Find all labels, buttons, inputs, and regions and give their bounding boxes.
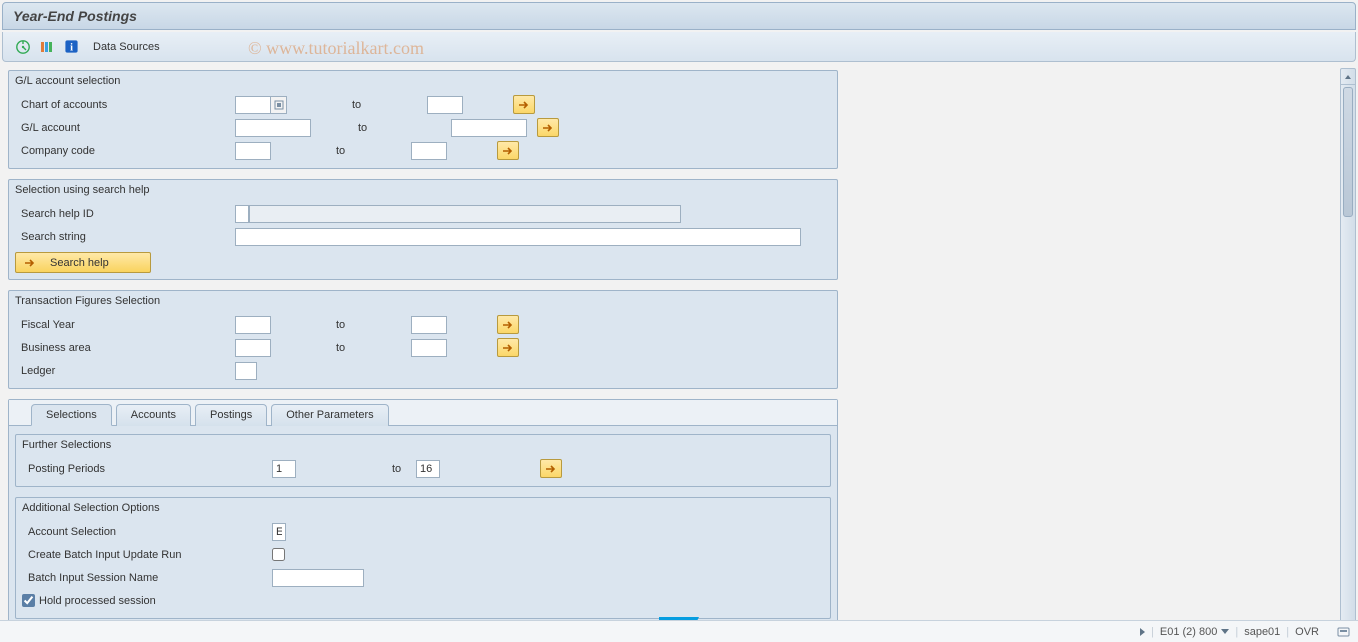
label-create-batch: Create Batch Input Update Run <box>22 549 272 561</box>
data-sources-link[interactable]: Data Sources <box>93 41 160 53</box>
scroll-thumb[interactable] <box>1343 87 1353 217</box>
label-gl-account: G/L account <box>15 122 235 134</box>
row-search-string: Search string <box>9 225 837 248</box>
multiple-selection-gl-account[interactable] <box>537 118 559 137</box>
multiple-selection-fiscal-year[interactable] <box>497 315 519 334</box>
title-bar: Year-End Postings <box>2 2 1356 30</box>
status-mode: OVR <box>1295 626 1319 638</box>
row-business-area: Business area to <box>9 336 837 359</box>
tab-selections[interactable]: Selections <box>31 404 112 426</box>
row-company-code: Company code to <box>9 139 837 162</box>
variant-icon[interactable] <box>37 37 57 57</box>
group-title: G/L account selection <box>9 71 837 93</box>
content-area: G/L account selection Chart of accounts … <box>0 66 1358 636</box>
label-company-code: Company code <box>15 145 235 157</box>
vertical-scrollbar[interactable] <box>1340 68 1356 638</box>
search-help-button[interactable]: Search help <box>15 252 151 273</box>
group-additional-selection-options: Additional Selection Options Account Sel… <box>15 497 831 619</box>
label-search-help-id: Search help ID <box>15 208 235 220</box>
input-business-area-low[interactable] <box>235 339 271 357</box>
tab-row: Selections Accounts Postings Other Param… <box>9 400 837 426</box>
tab-accounts[interactable]: Accounts <box>116 404 191 426</box>
row-chart-of-accounts: Chart of accounts to <box>9 93 837 116</box>
input-search-help-id-short[interactable] <box>235 205 249 223</box>
info-icon[interactable]: i <box>61 37 81 57</box>
row-ledger: Ledger <box>9 359 837 382</box>
input-fiscal-year-low[interactable] <box>235 316 271 334</box>
input-posting-periods-low[interactable] <box>272 460 296 478</box>
row-search-help-id: Search help ID <box>9 202 837 225</box>
main-column: G/L account selection Chart of accounts … <box>8 70 838 636</box>
tab-postings[interactable]: Postings <box>195 404 267 426</box>
input-session-name[interactable] <box>272 569 364 587</box>
label-to: to <box>287 99 427 111</box>
svg-text:i: i <box>70 42 73 53</box>
label-to: to <box>271 319 411 331</box>
group-gl-account-selection: G/L account selection Chart of accounts … <box>8 70 838 169</box>
row-session-name: Batch Input Session Name <box>16 566 830 589</box>
row-hold-session: Hold processed session <box>16 589 830 612</box>
tab-body-selections: Further Selections Posting Periods to Ad… <box>9 426 837 623</box>
group-further-selections: Further Selections Posting Periods to <box>15 434 831 487</box>
group-transaction-figures: Transaction Figures Selection Fiscal Yea… <box>8 290 838 389</box>
label-business-area: Business area <box>15 342 235 354</box>
input-company-code-high[interactable] <box>411 142 447 160</box>
multiple-selection-company-code[interactable] <box>497 141 519 160</box>
label-hold-session: Hold processed session <box>39 595 156 607</box>
label-posting-periods: Posting Periods <box>22 463 272 475</box>
label-to: to <box>311 122 451 134</box>
row-posting-periods: Posting Periods to <box>16 457 830 480</box>
label-chart-of-accounts: Chart of accounts <box>15 99 235 111</box>
group-title: Transaction Figures Selection <box>9 291 837 313</box>
scroll-up-icon[interactable] <box>1341 69 1355 85</box>
input-chart-of-accounts-low[interactable] <box>235 96 271 114</box>
multiple-selection-posting-periods[interactable] <box>540 459 562 478</box>
group-title: Additional Selection Options <box>16 498 830 520</box>
label-fiscal-year: Fiscal Year <box>15 319 235 331</box>
application-toolbar: i Data Sources <box>2 32 1356 62</box>
input-chart-of-accounts-high[interactable] <box>427 96 463 114</box>
status-appserver: sape01 <box>1244 626 1280 638</box>
label-account-selection: Account Selection <box>22 526 272 538</box>
input-account-selection[interactable] <box>272 523 286 541</box>
status-bar: | E01 (2) 800 | sape01 | OVR <box>0 620 1358 642</box>
label-to: to <box>296 463 416 475</box>
input-ledger[interactable] <box>235 362 257 380</box>
input-business-area-high[interactable] <box>411 339 447 357</box>
input-gl-account-high[interactable] <box>451 119 527 137</box>
group-search-help: Selection using search help Search help … <box>8 179 838 280</box>
search-help-button-label: Search help <box>50 257 109 269</box>
input-company-code-low[interactable] <box>235 142 271 160</box>
right-gutter <box>846 70 1350 636</box>
label-to: to <box>271 145 411 157</box>
row-create-batch: Create Batch Input Update Run <box>16 543 830 566</box>
tab-other-parameters[interactable]: Other Parameters <box>271 404 388 426</box>
checkbox-create-batch[interactable] <box>272 548 285 561</box>
input-gl-account-low[interactable] <box>235 119 311 137</box>
label-to: to <box>271 342 411 354</box>
row-fiscal-year: Fiscal Year to <box>9 313 837 336</box>
input-fiscal-year-high[interactable] <box>411 316 447 334</box>
row-account-selection: Account Selection <box>16 520 830 543</box>
row-gl-account: G/L account to <box>9 116 837 139</box>
multiple-selection-chart-of-accounts[interactable] <box>513 95 535 114</box>
page-title: Year-End Postings <box>13 8 137 24</box>
checkbox-hold-session[interactable] <box>22 594 35 607</box>
tabstrip: Selections Accounts Postings Other Param… <box>8 399 838 624</box>
label-session-name: Batch Input Session Name <box>22 572 272 584</box>
f4-chart-of-accounts[interactable] <box>271 96 287 114</box>
execute-icon[interactable] <box>13 37 33 57</box>
input-posting-periods-high[interactable] <box>416 460 440 478</box>
group-title: Selection using search help <box>9 180 837 202</box>
status-system[interactable]: E01 (2) 800 <box>1160 626 1229 638</box>
input-search-help-id-desc <box>249 205 681 223</box>
label-search-string: Search string <box>15 231 235 243</box>
group-title: Further Selections <box>16 435 830 457</box>
input-search-string[interactable] <box>235 228 801 246</box>
label-ledger: Ledger <box>15 365 235 377</box>
status-local-layout-icon[interactable] <box>1337 625 1350 638</box>
status-session-menu[interactable] <box>1140 628 1145 636</box>
multiple-selection-business-area[interactable] <box>497 338 519 357</box>
